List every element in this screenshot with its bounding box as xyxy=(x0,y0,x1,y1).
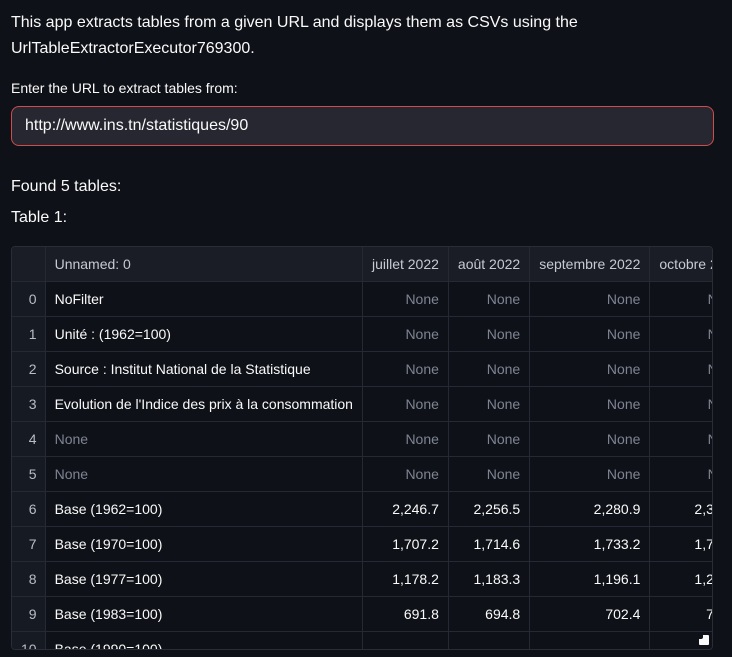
table-cell[interactable]: None xyxy=(530,281,650,316)
table-cell[interactable]: None xyxy=(530,386,650,421)
row-index-cell[interactable]: 6 xyxy=(12,491,45,526)
url-input[interactable] xyxy=(11,106,714,146)
column-header[interactable] xyxy=(12,247,45,281)
table-cell[interactable]: None xyxy=(362,316,448,351)
table-row: 5NoneNoneNoneNoneNone xyxy=(12,456,713,491)
table-cell[interactable]: None xyxy=(650,316,713,351)
table-cell[interactable]: None xyxy=(650,281,713,316)
table-cell[interactable]: Unité : (1962=100) xyxy=(45,316,362,351)
table-cell[interactable] xyxy=(530,631,650,650)
table-cell[interactable]: None xyxy=(362,386,448,421)
found-tables-text: Found 5 tables: xyxy=(11,177,716,197)
table-row: 10Base (1990=100) xyxy=(12,631,713,650)
table-row: 7Base (1970=100)1,707.21,714.61,733.21,7… xyxy=(12,526,713,561)
table-cell[interactable]: None xyxy=(650,421,713,456)
table-cell[interactable]: None xyxy=(45,456,362,491)
table-cell[interactable]: None xyxy=(448,281,529,316)
url-input-label: Enter the URL to extract tables from: xyxy=(11,80,716,97)
table-cell[interactable]: Base (1977=100) xyxy=(45,561,362,596)
table-cell[interactable]: 1,733.2 xyxy=(530,526,650,561)
table-cell[interactable]: 691.8 xyxy=(362,596,448,631)
table-cell[interactable]: Base (1962=100) xyxy=(45,491,362,526)
table-cell[interactable]: 2,246.7 xyxy=(362,491,448,526)
column-header[interactable]: Unnamed: 0 xyxy=(45,247,362,281)
table-row: 9Base (1983=100)691.8694.8702.4709.7 xyxy=(12,596,713,631)
row-index-cell[interactable]: 8 xyxy=(12,561,45,596)
table-cell[interactable]: 2,280.9 xyxy=(530,491,650,526)
row-index-cell[interactable]: 0 xyxy=(12,281,45,316)
table-cell[interactable]: Base (1990=100) xyxy=(45,631,362,650)
table-cell[interactable]: 694.8 xyxy=(448,596,529,631)
dataframe[interactable]: Unnamed: 0juillet 2022août 2022septembre… xyxy=(11,246,713,650)
table-cell[interactable]: None xyxy=(362,421,448,456)
app-page: This app extracts tables from a given UR… xyxy=(0,0,732,650)
table-row: 8Base (1977=100)1,178.21,183.31,196.11,2… xyxy=(12,561,713,596)
table-row: 6Base (1962=100)2,246.72,256.52,280.92,3… xyxy=(12,491,713,526)
table-row: 0NoFilterNoneNoneNoneNone xyxy=(12,281,713,316)
table-cell[interactable]: 1,196.1 xyxy=(530,561,650,596)
row-index-cell[interactable]: 9 xyxy=(12,596,45,631)
table-cell[interactable]: NoFilter xyxy=(45,281,362,316)
table-cell[interactable]: None xyxy=(362,456,448,491)
table-cell[interactable]: 1,183.3 xyxy=(448,561,529,596)
table-cell[interactable]: 1,178.2 xyxy=(362,561,448,596)
table-cell[interactable]: None xyxy=(448,386,529,421)
app-description: This app extracts tables from a given UR… xyxy=(11,10,716,62)
table-cell[interactable]: None xyxy=(530,421,650,456)
table-cell[interactable] xyxy=(448,631,529,650)
table-cell[interactable]: 2,304.7 xyxy=(650,491,713,526)
row-index-cell[interactable]: 10 xyxy=(12,631,45,650)
table-title: Table 1: xyxy=(11,208,716,228)
table-cell[interactable]: None xyxy=(362,351,448,386)
table-cell[interactable]: 709.7 xyxy=(650,596,713,631)
table-cell[interactable]: None xyxy=(448,421,529,456)
table-cell[interactable]: 702.4 xyxy=(530,596,650,631)
table-cell[interactable]: None xyxy=(530,351,650,386)
row-index-cell[interactable]: 5 xyxy=(12,456,45,491)
table-cell[interactable]: 1,707.2 xyxy=(362,526,448,561)
table-cell[interactable]: None xyxy=(448,456,529,491)
table-row: 4NoneNoneNoneNoneNone xyxy=(12,421,713,456)
column-header[interactable]: juillet 2022 xyxy=(362,247,448,281)
table-cell[interactable]: None xyxy=(448,316,529,351)
row-index-cell[interactable]: 2 xyxy=(12,351,45,386)
table-cell[interactable]: 1,208.6 xyxy=(650,561,713,596)
table-cell[interactable]: 1,751.3 xyxy=(650,526,713,561)
table-row: 2Source : Institut National de la Statis… xyxy=(12,351,713,386)
table-cell[interactable]: None xyxy=(448,351,529,386)
table-cell[interactable]: 2,256.5 xyxy=(448,491,529,526)
table-cell[interactable]: None xyxy=(45,421,362,456)
row-index-cell[interactable]: 7 xyxy=(12,526,45,561)
table-cell[interactable]: None xyxy=(650,456,713,491)
data-table: Unnamed: 0juillet 2022août 2022septembre… xyxy=(12,247,713,650)
table-cell[interactable] xyxy=(362,631,448,650)
table-cell[interactable]: Evolution de l'Indice des prix à la cons… xyxy=(45,386,362,421)
row-index-cell[interactable]: 1 xyxy=(12,316,45,351)
table-header-row: Unnamed: 0juillet 2022août 2022septembre… xyxy=(12,247,713,281)
table-cell[interactable]: Base (1983=100) xyxy=(45,596,362,631)
table-cell[interactable]: None xyxy=(362,281,448,316)
table-cell[interactable]: Source : Institut National de la Statist… xyxy=(45,351,362,386)
table-cell[interactable]: Base (1970=100) xyxy=(45,526,362,561)
table-cell[interactable]: None xyxy=(650,351,713,386)
column-header[interactable]: août 2022 xyxy=(448,247,529,281)
row-index-cell[interactable]: 3 xyxy=(12,386,45,421)
table-cell[interactable]: None xyxy=(530,456,650,491)
table-cell[interactable]: None xyxy=(650,386,713,421)
table-row: 1Unité : (1962=100)NoneNoneNoneNone xyxy=(12,316,713,351)
row-index-cell[interactable]: 4 xyxy=(12,421,45,456)
table-row: 3Evolution de l'Indice des prix à la con… xyxy=(12,386,713,421)
column-header[interactable]: octobre 2022 xyxy=(650,247,713,281)
table-cell[interactable]: 1,714.6 xyxy=(448,526,529,561)
resize-handle-icon[interactable] xyxy=(699,635,709,645)
column-header[interactable]: septembre 2022 xyxy=(530,247,650,281)
table-cell[interactable]: None xyxy=(530,316,650,351)
